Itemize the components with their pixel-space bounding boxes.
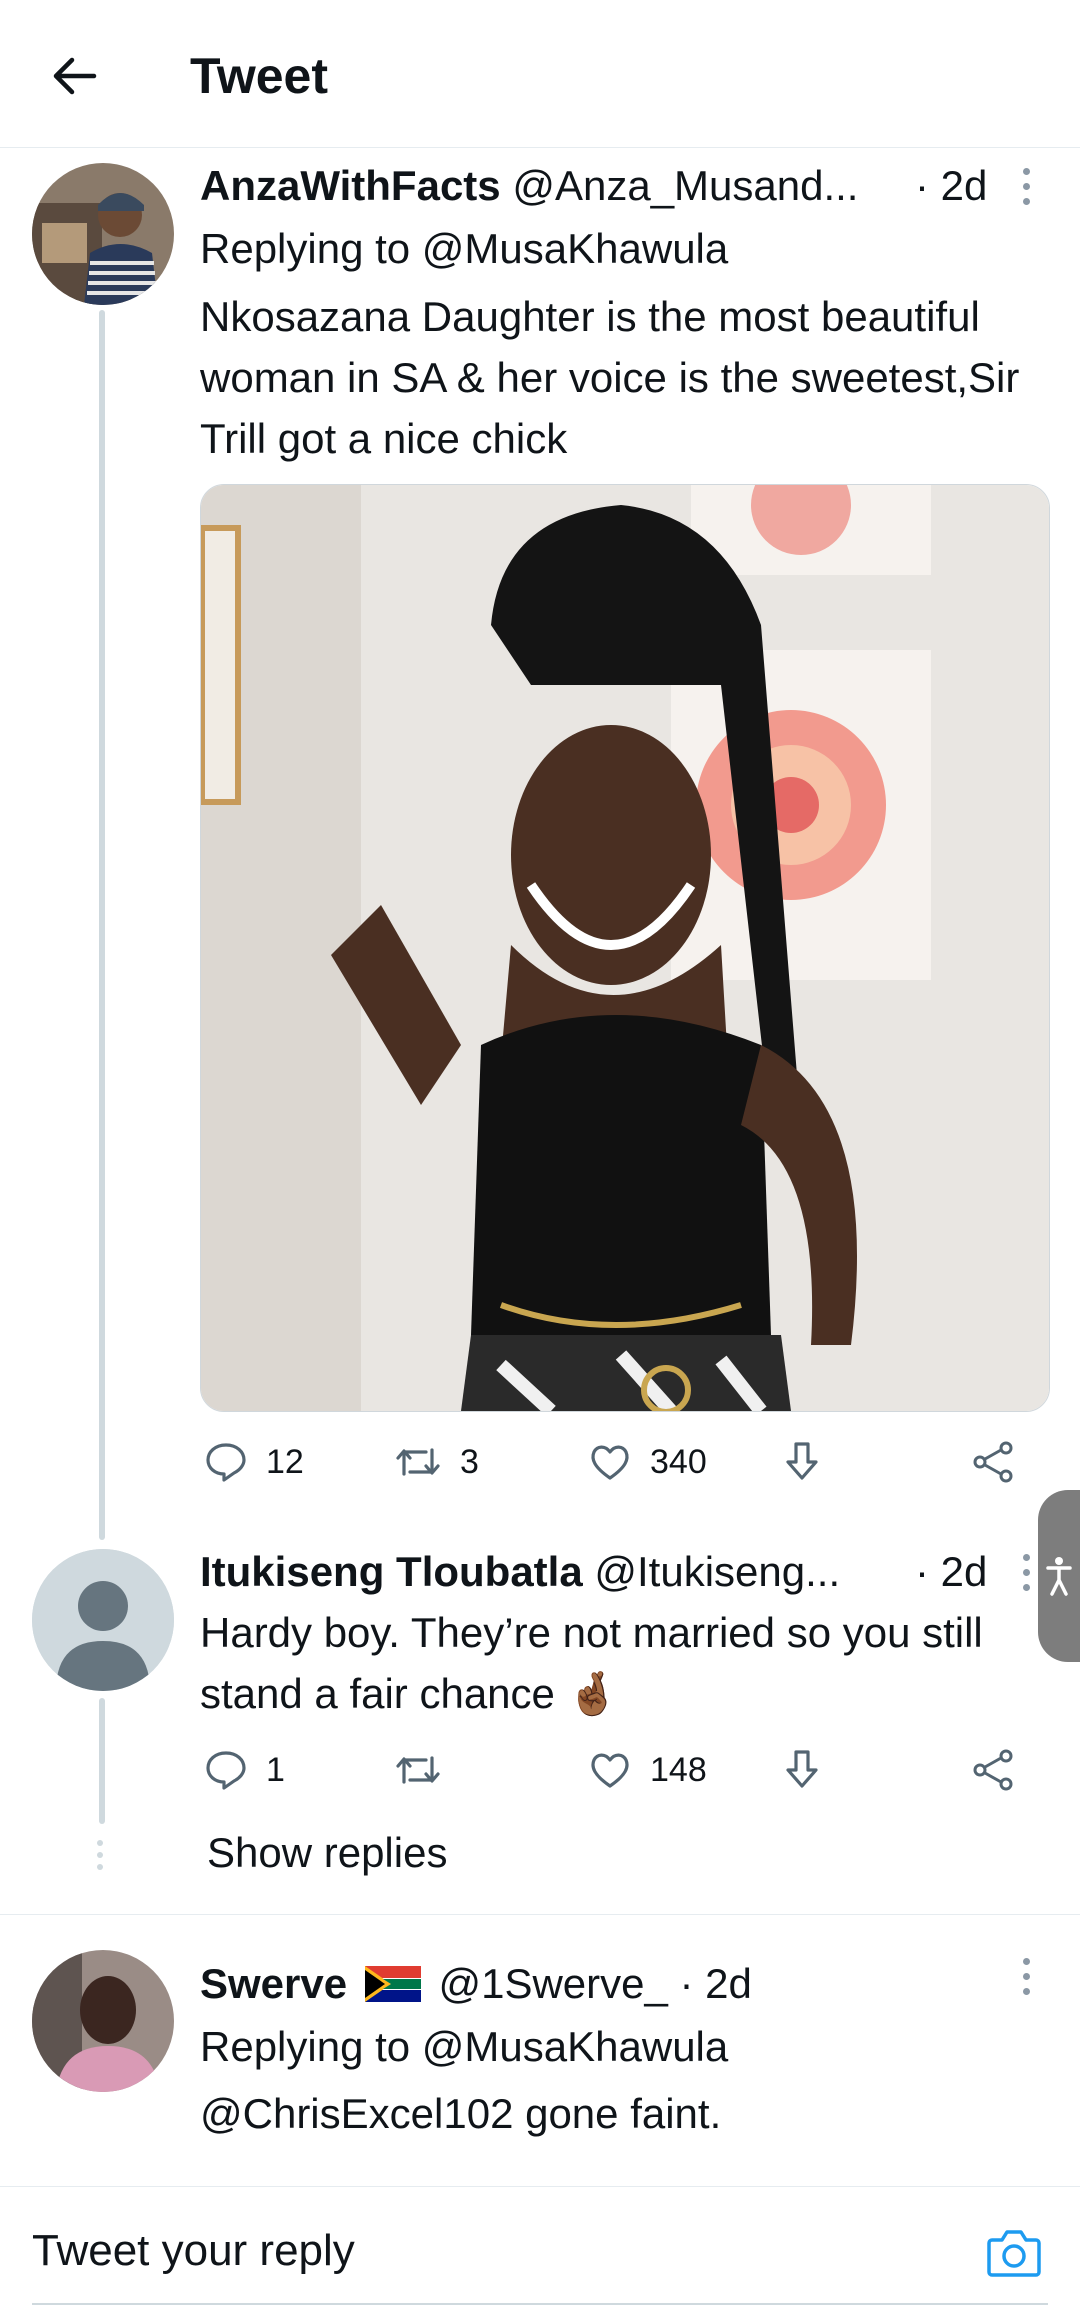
show-replies-link[interactable]: Show replies (207, 1826, 447, 1880)
retweet-icon (396, 1448, 440, 1476)
tweet-header: AnzaWithFacts @Anza_Musand... (200, 160, 858, 212)
heart-icon (591, 1753, 629, 1788)
thread-line (99, 1698, 105, 1824)
more-options-icon[interactable] (1014, 1958, 1038, 1995)
south-africa-flag-icon (364, 1966, 421, 2002)
display-name[interactable]: AnzaWithFacts (200, 162, 501, 209)
tweet-text: Nkosazana Daughter is the most beautiful… (200, 293, 1020, 462)
tweet-text: Hardy boy. They’re not married so you st… (200, 1609, 983, 1717)
display-name[interactable]: Itukiseng Tloubatla (200, 1548, 583, 1595)
user-handle[interactable]: @Itukiseng... (594, 1548, 840, 1595)
reply-input[interactable]: Tweet your reply (32, 2226, 355, 2276)
reply-action[interactable]: 1 (204, 1748, 285, 1792)
avatar[interactable] (32, 1950, 174, 2092)
retweet-action[interactable] (394, 1748, 460, 1792)
downvote-icon[interactable] (780, 1748, 824, 1797)
tweet-time[interactable]: · 2d (915, 160, 987, 212)
top-bar (0, 0, 1080, 148)
share-icon[interactable] (972, 1440, 1016, 1489)
heart-icon (591, 1445, 629, 1480)
reply-icon (206, 1751, 246, 1790)
thread-line (99, 310, 105, 1540)
tweet-header: Itukiseng Tloubatla @Itukiseng... (200, 1546, 840, 1598)
like-count: 148 (650, 1750, 707, 1789)
back-arrow-icon[interactable] (42, 44, 106, 108)
reply-underline (32, 2303, 1048, 2305)
tweet-time[interactable]: · 2d (680, 1960, 752, 2007)
more-options-icon[interactable] (1014, 1554, 1038, 1591)
accessibility-tab[interactable] (1038, 1490, 1080, 1662)
reply-count: 1 (266, 1750, 285, 1789)
replying-to[interactable]: Replying to @MusaKhawula (200, 2016, 1050, 2077)
downvote-icon[interactable] (780, 1440, 824, 1489)
share-icon[interactable] (972, 1748, 1016, 1797)
display-name[interactable]: Swerve (200, 1960, 347, 2007)
replying-to[interactable]: Replying to @MusaKhawula (200, 218, 1050, 279)
like-action[interactable]: 340 (588, 1440, 707, 1484)
like-action[interactable]: 148 (588, 1748, 707, 1792)
avatar[interactable] (32, 163, 174, 305)
camera-icon[interactable] (986, 2226, 1042, 2283)
thread-dots-icon (97, 1840, 105, 1870)
accessibility-icon (1046, 1557, 1072, 1596)
tweet-text: @ChrisExcel102 gone faint. (200, 2090, 722, 2137)
reply-action[interactable]: 12 (204, 1440, 304, 1484)
user-handle[interactable]: @1Swerve_ (438, 1960, 667, 2007)
reply-count: 12 (266, 1442, 304, 1481)
more-options-icon[interactable] (1014, 168, 1038, 205)
reply-icon (206, 1443, 246, 1482)
default-avatar[interactable] (32, 1549, 174, 1691)
retweet-count: 3 (460, 1442, 479, 1481)
page-title: Tweet (190, 48, 328, 104)
tweet-header: Swerve @1Swerve_ · 2d (200, 1958, 752, 2010)
user-handle[interactable]: @Anza_Musand... (512, 162, 858, 209)
divider (0, 1914, 1080, 1915)
tweet-image[interactable] (200, 484, 1050, 1412)
retweet-action[interactable]: 3 (394, 1440, 479, 1484)
retweet-icon (396, 1756, 440, 1784)
tweet-time[interactable]: · 2d (915, 1546, 987, 1598)
like-count: 340 (650, 1442, 707, 1481)
